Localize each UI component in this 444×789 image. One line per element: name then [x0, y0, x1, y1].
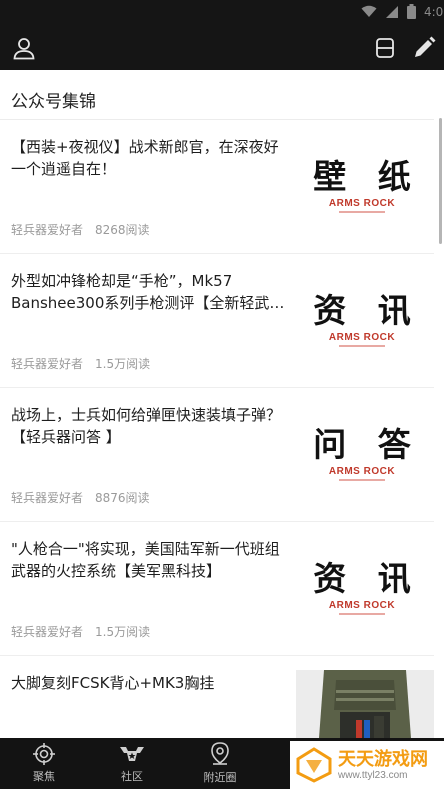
thumbnail-brand-underline [339, 345, 385, 347]
feed-content[interactable]: 公众号集锦 【西装+夜视仪】战术新郎官，在深夜好一个逍遥自在！ 轻兵器爱好者 8… [0, 70, 444, 738]
battery-icon [407, 4, 416, 19]
thumbnail-brand: ARMS ROCK [328, 198, 396, 209]
community-badge-icon [120, 747, 144, 761]
article-author: 轻兵器爱好者 [11, 625, 84, 639]
article-item[interactable]: 战场上，士兵如何给弹匣快速装填子弹？【轻兵器问答 】 轻兵器爱好者 8876阅读… [0, 388, 434, 522]
article-title: 大脚复刻FCSK背心+MK3胸挂 [11, 674, 215, 692]
thumbnail-brand: ARMS ROCK [328, 600, 396, 611]
thumbnail-title: 资 讯 [313, 291, 421, 330]
tab-label: 聚焦 [33, 770, 55, 783]
edit-icon [415, 36, 436, 57]
article-item[interactable]: 【西装+夜视仪】战术新郎官，在深夜好一个逍遥自在！ 轻兵器爱好者 8268阅读 … [0, 120, 434, 254]
article-thumbnail: 问 答 ARMS ROCK [296, 416, 428, 491]
thumbnail-title: 资 讯 [313, 559, 421, 598]
article-title: 【西装+夜视仪】战术新郎官，在深夜好一个逍遥自在！ [11, 138, 279, 178]
tab-label: 附近圈 [203, 771, 237, 784]
thumbnail-brand-underline [339, 613, 385, 615]
focus-icon [33, 743, 55, 765]
profile-icon [13, 38, 35, 60]
article-author: 轻兵器爱好者 [11, 223, 84, 237]
article-meta: 轻兵器爱好者 8268阅读 [11, 221, 150, 238]
signal-icon [385, 5, 399, 19]
article-title: "人枪合一"将实现，美国陆军新一代班组武器的火控系统【美军黑科技】 [11, 540, 280, 580]
profile-button[interactable] [11, 35, 37, 61]
status-icons: 4:09 [361, 4, 444, 19]
watermark-url: www.ttyl23.com [338, 769, 408, 781]
thumbnail-brand-underline [339, 211, 385, 213]
article-author: 轻兵器爱好者 [11, 491, 84, 505]
article-item[interactable]: 大脚复刻FCSK背心+MK3胸挂 [0, 656, 434, 738]
article-item[interactable]: 外型如冲锋枪却是“手枪”，Mk57 Banshee300系列手枪测评【全新轻武…… [0, 254, 434, 388]
status-bar: 4:09 [0, 0, 444, 26]
article-title: 战场上，士兵如何给弹匣快速装填子弹？【轻兵器问答 】 [11, 406, 282, 446]
tab-label: 社区 [121, 770, 143, 783]
article-meta: 轻兵器爱好者 1.5万阅读 [11, 623, 150, 640]
article-reads: 8268阅读 [95, 223, 150, 237]
article-author: 轻兵器爱好者 [11, 357, 84, 371]
clock-text: 4:09 [424, 4, 444, 19]
thumbnail-brand: ARMS ROCK [328, 466, 396, 477]
thumbnail-title: 壁 纸 [313, 157, 421, 196]
article-thumbnail: 壁 纸 ARMS ROCK [296, 148, 428, 223]
article-item[interactable]: "人枪合一"将实现，美国陆军新一代班组武器的火控系统【美军黑科技】 轻兵器爱好者… [0, 522, 434, 656]
article-reads: 1.5万阅读 [95, 625, 151, 639]
watermark-name: 天天游戏网 [338, 748, 428, 770]
vest-photo-thumbnail [296, 670, 434, 738]
tab-community[interactable]: 社区 [88, 738, 176, 789]
site-watermark: 天天游戏网 www.ttyl23.com [290, 741, 444, 789]
location-pin-icon [211, 742, 229, 765]
tab-focus[interactable]: 聚焦 [0, 738, 88, 789]
section-title: 公众号集锦 [11, 92, 96, 112]
article-meta: 轻兵器爱好者 1.5万阅读 [11, 355, 150, 372]
thumbnail-brand: ARMS ROCK [328, 332, 396, 343]
card-view-button[interactable] [372, 35, 398, 61]
card-view-icon [376, 38, 394, 58]
tab-nearby[interactable]: 附近圈 [176, 738, 264, 789]
article-meta: 轻兵器爱好者 8876阅读 [11, 489, 150, 506]
thumbnail-brand-underline [339, 479, 385, 481]
watermark-logo-icon [296, 747, 332, 783]
article-thumbnail: 资 讯 ARMS ROCK [296, 550, 428, 625]
watermark-text: 天天游戏网 www.ttyl23.com [338, 748, 428, 781]
app-bar [0, 26, 444, 70]
wifi-icon [361, 5, 377, 18]
scrollbar-thumb[interactable] [439, 118, 442, 244]
article-reads: 8876阅读 [95, 491, 150, 505]
article-reads: 1.5万阅读 [95, 357, 151, 371]
article-title: 外型如冲锋枪却是“手枪”，Mk57 Banshee300系列手枪测评【全新轻武… [11, 272, 285, 312]
thumbnail-title: 问 答 [313, 425, 421, 464]
edit-button[interactable] [411, 35, 437, 61]
article-thumbnail: 资 讯 ARMS ROCK [296, 282, 428, 357]
